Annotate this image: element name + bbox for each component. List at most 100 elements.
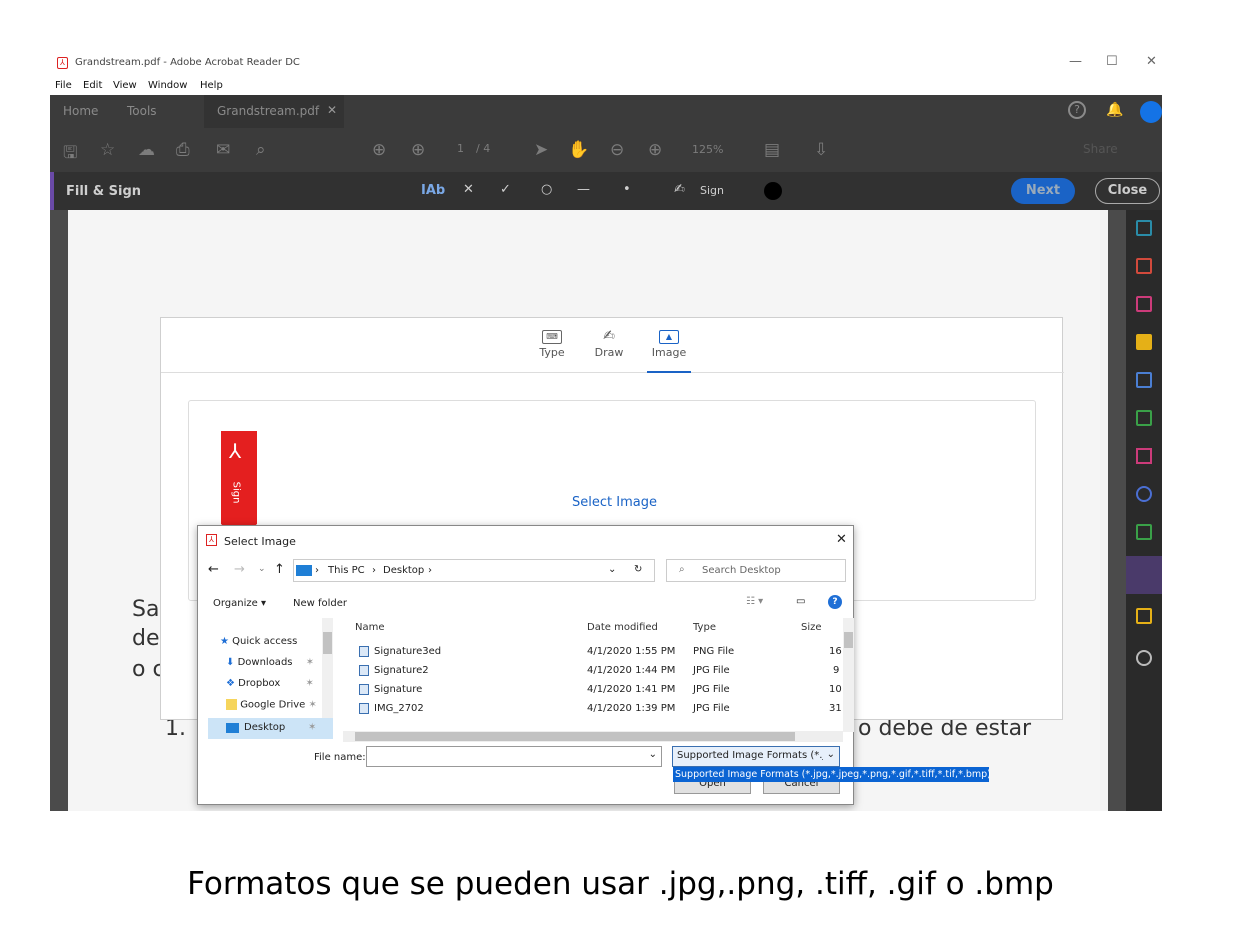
add-text-tool[interactable]: IAb (421, 183, 445, 198)
fill-sign-active-icon[interactable] (1126, 556, 1162, 594)
select-cursor-icon[interactable]: ➤ (534, 140, 548, 160)
new-folder-button[interactable]: New folder (293, 598, 347, 609)
chevron-down-icon[interactable]: ⌄ (649, 749, 657, 760)
line-icon[interactable]: — (577, 182, 590, 197)
dialog-close-button[interactable]: ✕ (836, 532, 847, 547)
nav-google-drive[interactable]: Google Drive ✶ (226, 699, 317, 711)
nav-scrollbar[interactable] (322, 618, 333, 718)
file-scroll-thumb[interactable] (844, 632, 853, 648)
organize-pages-icon[interactable] (1136, 296, 1152, 312)
comment-icon[interactable] (1136, 334, 1152, 350)
nav-desktop[interactable]: Desktop ✶ (208, 718, 333, 739)
close-fill-sign-button[interactable]: Close (1095, 178, 1160, 204)
nav-dropbox[interactable]: ❖ Dropbox ✶ (226, 678, 314, 689)
file-list-hscrollbar[interactable] (343, 731, 843, 742)
cloud-upload-icon[interactable]: ☁ (138, 140, 155, 160)
request-signature-icon[interactable] (1136, 608, 1152, 624)
refresh-icon[interactable]: ↻ (634, 564, 642, 575)
protect-icon[interactable] (1136, 486, 1152, 502)
column-name[interactable]: Name (355, 622, 385, 633)
cross-mark-icon[interactable]: ✕ (463, 182, 474, 197)
file-type-select[interactable]: Supported Image Formats (*.jp ⌄ (672, 746, 840, 767)
dot-icon[interactable]: • (623, 182, 631, 197)
page-down-icon[interactable]: ⊕ (411, 140, 425, 160)
compress-icon[interactable] (1136, 410, 1152, 426)
sign-pen-icon[interactable]: ✍ (674, 182, 685, 197)
menu-edit[interactable]: Edit (83, 80, 102, 91)
tab-close-icon[interactable]: ✕ (327, 103, 337, 117)
save-icon[interactable]: 🖫 (63, 140, 77, 169)
window-title: Grandstream.pdf - Adobe Acrobat Reader D… (75, 57, 300, 68)
breadcrumb-this-pc[interactable]: This PC (328, 565, 365, 576)
zoom-in-icon[interactable]: ⊕ (648, 140, 662, 160)
file-row[interactable]: Signature 4/1/2020 1:41 PM JPG File 10 (343, 681, 842, 700)
maximize-button[interactable]: ☐ (1106, 54, 1118, 69)
create-pdf-icon[interactable] (1136, 258, 1152, 274)
send-icon[interactable] (1136, 524, 1152, 540)
tab-draw[interactable]: ✍ Draw (587, 318, 631, 373)
menu-file[interactable]: File (55, 80, 72, 91)
breadcrumb-desktop[interactable]: Desktop (383, 565, 424, 576)
menu-help[interactable]: Help (200, 80, 223, 91)
back-arrow-icon[interactable]: ← (208, 562, 219, 577)
tab-home[interactable]: Home (63, 104, 98, 118)
column-date-modified[interactable]: Date modified (587, 622, 658, 633)
bell-icon[interactable]: 🔔 (1106, 102, 1123, 118)
address-bar[interactable]: › This PC › Desktop › ⌄ ↻ (293, 559, 655, 582)
check-mark-icon[interactable]: ✓ (500, 182, 511, 197)
search-icon[interactable]: ⌕ (256, 140, 266, 160)
minimize-button[interactable]: — (1069, 54, 1082, 69)
tab-image[interactable]: ▲ Image (647, 318, 691, 373)
page-display-icon[interactable]: ▤ (764, 140, 780, 160)
up-arrow-icon[interactable]: ↑ (274, 562, 285, 577)
zoom-level[interactable]: 125% (692, 143, 723, 156)
avatar[interactable] (1140, 101, 1162, 123)
zoom-out-icon[interactable]: ⊖ (610, 140, 624, 160)
help-icon[interactable]: ? (1068, 101, 1086, 119)
search-input[interactable]: ⌕ Search Desktop (666, 559, 846, 582)
nav-downloads[interactable]: ⬇ Downloads ✶ (226, 657, 314, 668)
tab-document[interactable]: Grandstream.pdf ✕ (204, 95, 344, 128)
column-type[interactable]: Type (693, 622, 716, 633)
file-date: 4/1/2020 1:44 PM (587, 665, 676, 676)
address-dropdown-icon[interactable]: ⌄ (608, 564, 616, 575)
menu-window[interactable]: Window (148, 80, 187, 91)
sign-tool-label[interactable]: Sign (700, 184, 724, 197)
organize-button[interactable]: Organize ▾ (213, 598, 266, 609)
tab-type[interactable]: ⌨ Type (530, 318, 574, 373)
file-row[interactable]: IMG_2702 4/1/2020 1:39 PM JPG File 31 (343, 700, 842, 719)
preview-pane-icon[interactable]: ▭ (796, 596, 805, 607)
column-size[interactable]: Size (801, 622, 822, 633)
menu-view[interactable]: View (113, 80, 137, 91)
help-icon[interactable]: ? (828, 595, 842, 609)
file-list-scrollbar[interactable] (843, 618, 854, 732)
forward-arrow-icon[interactable]: → (234, 562, 245, 577)
mail-icon[interactable]: ✉ (216, 140, 230, 160)
edit-pdf-icon[interactable] (1136, 220, 1152, 236)
hand-tool-icon[interactable]: ✋ (568, 140, 589, 160)
fill-sign-pen-icon[interactable] (1136, 448, 1152, 464)
more-tools-icon[interactable] (1136, 650, 1152, 666)
file-row[interactable]: Signature3ed 4/1/2020 1:55 PM PNG File 1… (343, 643, 842, 662)
file-row[interactable]: Signature2 4/1/2020 1:44 PM JPG File 9 (343, 662, 839, 681)
file-type-option[interactable]: Supported Image Formats (*.jpg,*.jpeg,*.… (673, 767, 991, 782)
page-number-input[interactable]: 1 (457, 142, 464, 155)
recent-locations-icon[interactable]: ⌄ (258, 564, 266, 574)
select-image-link[interactable]: Select Image (572, 495, 657, 510)
file-hscroll-thumb[interactable] (355, 732, 795, 741)
scroll-mode-icon[interactable]: ⇩ (814, 140, 828, 160)
circle-icon[interactable]: ○ (541, 182, 552, 197)
color-picker[interactable] (764, 182, 782, 200)
file-name-input[interactable]: ⌄ (366, 746, 662, 767)
star-icon[interactable]: ☆ (100, 140, 115, 160)
next-button[interactable]: Next (1011, 178, 1075, 204)
nav-quick-access[interactable]: ★ Quick access (220, 636, 297, 647)
share-button[interactable]: Share (1083, 142, 1118, 156)
close-window-button[interactable]: ✕ (1146, 54, 1157, 69)
tab-tools[interactable]: Tools (127, 104, 157, 118)
nav-scroll-thumb[interactable] (323, 632, 332, 654)
export-pdf-icon[interactable] (1136, 372, 1152, 388)
page-up-icon[interactable]: ⊕ (372, 140, 386, 160)
view-options-icon[interactable]: ☷ ▾ (746, 596, 763, 607)
print-icon[interactable]: ⎙ (176, 140, 190, 160)
